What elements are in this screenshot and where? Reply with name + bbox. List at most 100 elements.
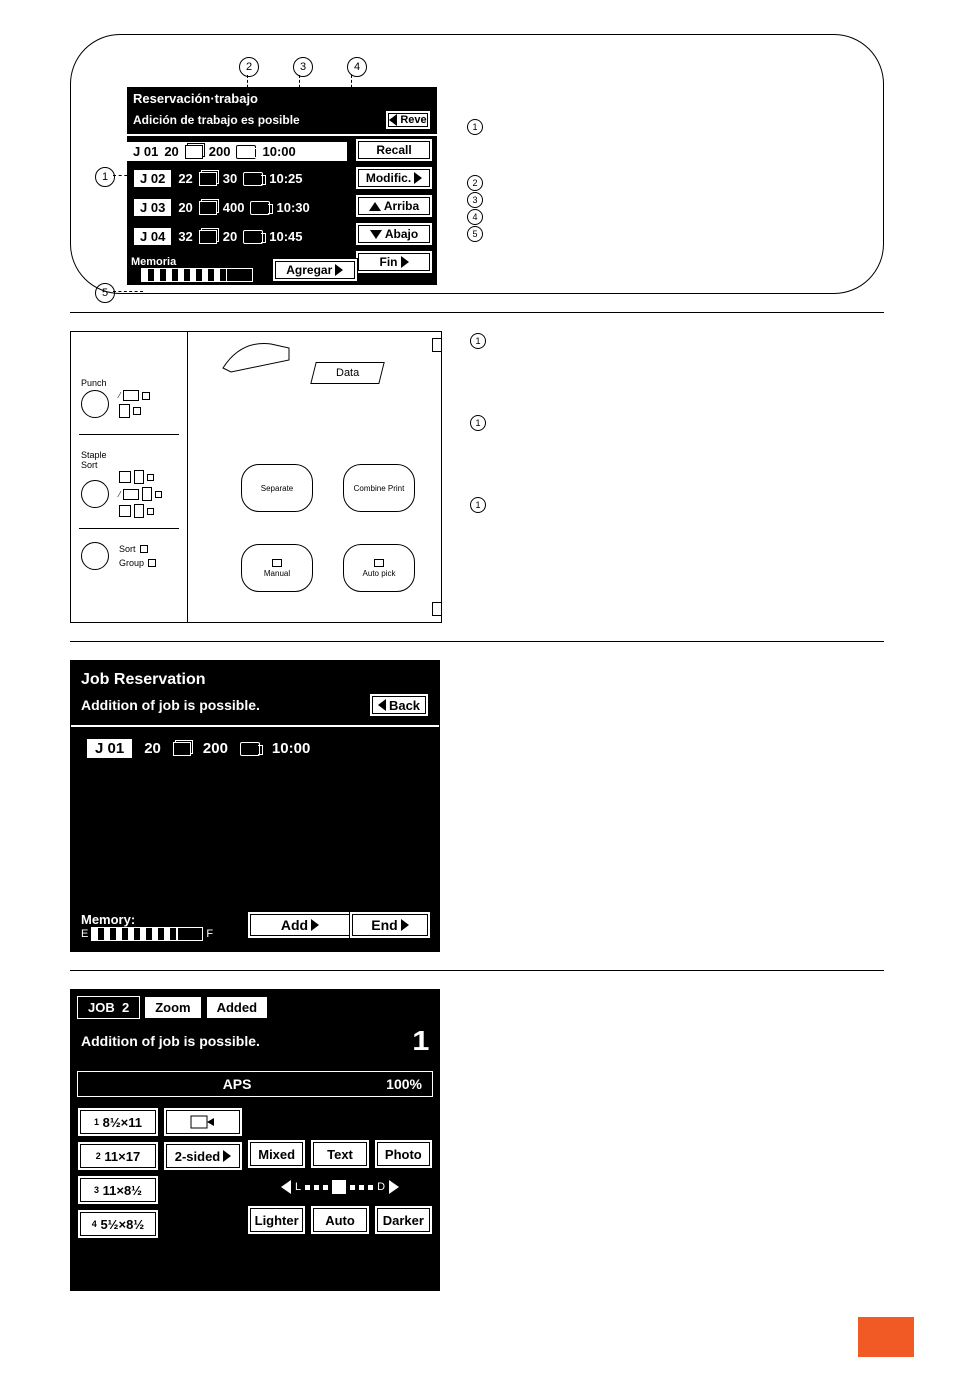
copies-icon: [243, 230, 263, 244]
add-label: Add: [281, 917, 308, 933]
tray-index: 3: [94, 1185, 99, 1195]
job-copies: 30: [223, 171, 237, 186]
annotation-5-left: 5: [95, 283, 115, 303]
notch-icon: [432, 602, 441, 616]
screen-footer: Memoria E F Agregar: [131, 256, 433, 282]
memory-bar: [141, 268, 253, 282]
recall-button[interactable]: Recall: [355, 138, 433, 162]
chevron-right-icon: [414, 172, 422, 184]
screen-subtitle-row: Adición de trabajo es posible Reve: [127, 110, 437, 136]
job-id: J 04: [133, 227, 172, 246]
memory-e: E: [131, 270, 138, 281]
scroll-up-button[interactable]: Arriba: [355, 194, 433, 218]
job-row[interactable]: J 01 20 200 10:00: [127, 142, 347, 161]
pages-icon: [185, 145, 203, 159]
job-row[interactable]: J 02 22 30 10:25: [127, 167, 347, 190]
aps-label: APS: [223, 1076, 252, 1092]
annotation-3s: 3: [467, 192, 483, 208]
memory-block: Memoria E F: [131, 256, 262, 282]
orientation-icon: [190, 1113, 216, 1131]
scroll-down-button[interactable]: Abajo: [355, 222, 433, 246]
data-indicator: Data: [310, 362, 385, 384]
paper-size-button[interactable]: 3 11×8½: [77, 1175, 159, 1205]
job-tab[interactable]: JOB 2: [77, 996, 140, 1019]
zoom-ratio: 100%: [386, 1076, 422, 1092]
job-copies: 200: [203, 740, 228, 757]
page-color-tab: [858, 1317, 914, 1357]
autopick-label: Auto pick: [363, 569, 396, 578]
group-label: Group: [119, 558, 144, 568]
led-icon: [272, 559, 282, 567]
triangle-up-icon: [369, 202, 381, 211]
added-tab[interactable]: Added: [206, 996, 268, 1019]
punch-lamp: [81, 390, 109, 418]
annotation-3: 3: [293, 57, 313, 77]
lcd-job-reservation: Job Reservation Addition of job is possi…: [70, 660, 440, 952]
density-l: L: [295, 1181, 301, 1193]
triangle-left-icon: [281, 1180, 291, 1194]
top-annotation-row: 2 3 4: [239, 57, 367, 77]
modify-button[interactable]: Modific.: [355, 166, 433, 190]
combine-print-button[interactable]: Combine Print: [343, 464, 415, 512]
punch-label: Punch: [81, 378, 150, 388]
job-id: J 01: [133, 144, 158, 159]
chevron-left-icon: [389, 114, 397, 126]
job-row[interactable]: J 01 20 200 10:00: [81, 737, 429, 760]
end-button[interactable]: End: [349, 911, 431, 939]
mixed-button[interactable]: Mixed: [247, 1139, 306, 1169]
tray-index: 1: [94, 1117, 99, 1127]
chevron-right-icon: [223, 1150, 231, 1162]
job-row[interactable]: J 03 20 400 10:30: [127, 196, 347, 219]
two-sided-label: 2-sided: [175, 1149, 221, 1164]
add-button[interactable]: Agregar: [272, 258, 358, 282]
modify-label: Modific.: [366, 171, 411, 185]
sort-lamp: [81, 542, 109, 570]
paper-size-button[interactable]: 1 8½×11: [77, 1107, 159, 1137]
job-pages: 20: [178, 200, 192, 215]
back-label: Reve: [400, 114, 426, 126]
manual-button[interactable]: Manual: [241, 544, 313, 592]
density-slider[interactable]: L D: [247, 1173, 433, 1201]
chevron-right-icon: [401, 919, 409, 931]
job-pages: 20: [144, 740, 161, 757]
section-divider: [70, 312, 884, 313]
job-copies: 20: [223, 229, 237, 244]
lighter-button[interactable]: Lighter: [247, 1205, 306, 1235]
text-button[interactable]: Text: [310, 1139, 369, 1169]
memory-label: Memoria: [131, 256, 262, 268]
copy-count: 1: [413, 1025, 430, 1057]
job-time: 10:30: [276, 200, 309, 215]
two-sided-button[interactable]: 2-sided: [163, 1141, 243, 1171]
figure-3: Job Reservation Addition of job is possi…: [70, 660, 884, 952]
fig2-side-annotations: 1 1 1: [470, 331, 486, 513]
autopick-button[interactable]: Auto pick: [343, 544, 415, 592]
down-label: Abajo: [385, 227, 418, 241]
back-button[interactable]: Back: [369, 693, 429, 717]
job-time: 10:25: [269, 171, 302, 186]
sort-label: Sort: [119, 544, 136, 554]
section-divider: [70, 641, 884, 642]
annotation-stack-right: 2 3 4 5: [467, 175, 483, 242]
photo-button[interactable]: Photo: [374, 1139, 433, 1169]
job-row[interactable]: J 04 32 20 10:45: [127, 225, 347, 248]
back-button[interactable]: Reve: [385, 110, 431, 130]
memory-label: Memory:: [81, 912, 213, 927]
staple-lamp: [81, 480, 109, 508]
copies-icon: [236, 145, 256, 159]
guide-line: [113, 291, 143, 292]
auto-density-button[interactable]: Auto: [310, 1205, 369, 1235]
density-indicator: [332, 1180, 346, 1194]
paper-size-button[interactable]: 4 5½×8½: [77, 1209, 159, 1239]
chevron-right-icon: [335, 264, 343, 276]
darker-button[interactable]: Darker: [374, 1205, 433, 1235]
figure-2-hardware-panel: Punch ⁄ Staple Sort ⁄: [70, 331, 884, 623]
separate-button[interactable]: Separate: [241, 464, 313, 512]
orientation-button[interactable]: [163, 1107, 243, 1137]
pages-icon: [199, 172, 217, 186]
annotation-4s: 4: [467, 209, 483, 225]
annotation-2: 2: [239, 57, 259, 77]
paper-size-button[interactable]: 2 11×17: [77, 1141, 159, 1171]
zoom-tab[interactable]: Zoom: [144, 996, 201, 1019]
add-button[interactable]: Add: [247, 911, 353, 939]
tray-index: 2: [96, 1151, 101, 1161]
